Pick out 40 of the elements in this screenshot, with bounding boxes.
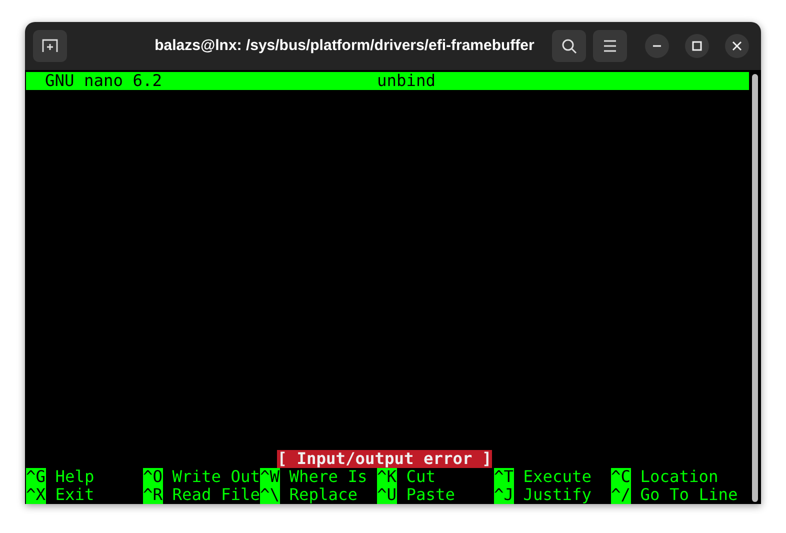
shortcut-key: ^O	[143, 468, 162, 486]
shortcut-key: ^C	[611, 468, 630, 486]
menu-button[interactable]	[593, 30, 627, 62]
close-icon	[732, 41, 742, 51]
new-tab-icon	[42, 39, 58, 53]
version-text: GNU nano 6.2	[45, 72, 162, 90]
shortcut-label: Exit	[55, 486, 94, 504]
new-tab-button[interactable]	[33, 30, 67, 62]
maximize-icon	[692, 41, 702, 51]
shortcut-label: Help	[55, 468, 94, 486]
minimize-icon	[652, 45, 662, 47]
shortcut-label: Write Out	[172, 468, 260, 486]
shortcut-key: ^X	[26, 486, 46, 504]
shortcut-label: Where Is	[289, 468, 368, 486]
shortcut-label: Paste	[406, 486, 455, 504]
search-button[interactable]	[552, 30, 586, 62]
file-name: unbind	[377, 72, 436, 90]
maximize-button[interactable]	[685, 34, 709, 58]
minimize-button[interactable]	[645, 34, 669, 58]
shortcut-key: ^R	[143, 486, 162, 504]
shortcut-label: Cut	[406, 468, 436, 486]
shortcut-key: ^T	[494, 468, 514, 486]
shortcut-label: Location	[640, 468, 718, 486]
shortcut-label: Read File	[172, 486, 260, 504]
shortcut-key: ^\	[260, 486, 280, 504]
shortcut-label: Go To Line	[640, 486, 738, 504]
shortcut-key: ^W	[260, 468, 280, 486]
menu-icon	[603, 40, 617, 52]
search-icon	[561, 38, 577, 54]
shortcut-key: ^U	[377, 486, 396, 504]
shortcut-key: ^G	[26, 468, 46, 486]
shortcut-key: ^K	[377, 468, 396, 486]
shortcut-key: ^J	[494, 486, 514, 504]
shortcut-key: ^/	[611, 486, 630, 504]
shortcut-label: Execute	[523, 468, 592, 486]
window-title: balazs@lnx: /sys/bus/platform/drivers/efi-framebuffer	[154, 36, 536, 56]
error-message: [ Input/output error ]	[277, 450, 492, 468]
close-button[interactable]	[725, 34, 749, 58]
shortcut-label: Replace	[289, 486, 358, 504]
shortcut-label: Justify	[523, 486, 592, 504]
